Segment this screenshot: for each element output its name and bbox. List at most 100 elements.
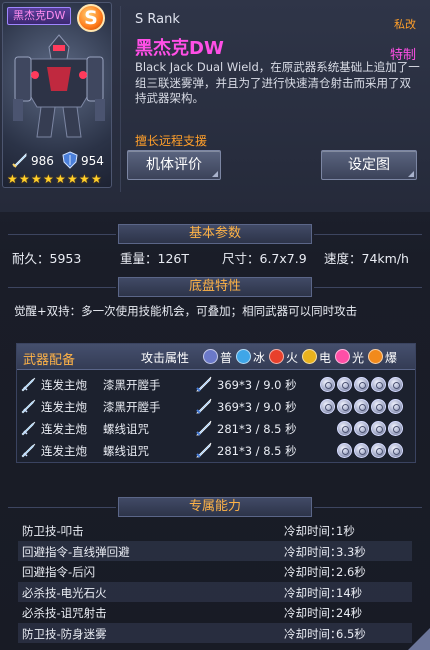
star-icon: ★ — [31, 172, 42, 186]
cooldown-value: 1秒 — [336, 524, 355, 538]
orb-icon — [388, 443, 403, 458]
mech-header: 黑杰克DW S 986 954 ★ ★ ★ ★ ★ ★ ★ ★ S Rank 私… — [0, 0, 430, 212]
blade-icon — [196, 376, 212, 392]
orb-icon — [371, 421, 386, 436]
ability-row[interactable]: 必杀技-诅咒射击 冷却时间： 24秒 — [18, 602, 412, 622]
defense-value: 954 — [81, 154, 104, 168]
orb-icon — [337, 377, 352, 392]
weapon-damage-cooldown: 369*3 / 9.0 秒 — [217, 400, 297, 414]
speed-value: 速度：74km/h — [324, 251, 409, 266]
divider — [8, 287, 116, 288]
star-icon: ★ — [91, 172, 102, 186]
rank-label: S Rank — [135, 12, 180, 27]
orb-icon — [388, 377, 403, 392]
setting-art-button[interactable]: 设定图 — [321, 150, 417, 180]
cooldown-label: 冷却时间： — [284, 544, 342, 559]
mech-portrait-card[interactable]: 黑杰克DW S 986 954 ★ ★ ★ ★ ★ ★ ★ ★ — [2, 2, 112, 188]
rank-s-badge-icon: S — [77, 4, 105, 32]
durability-value: 耐久：5953 — [12, 251, 82, 266]
cooldown-label: 冷却时间： — [284, 606, 342, 620]
element-icon — [368, 349, 383, 364]
private-mod-tag: 私改 — [394, 18, 416, 31]
weapon-row[interactable]: 连发主炮 螺线诅咒 281*3 / 8.5 秒 — [17, 418, 415, 440]
orb-icon — [388, 421, 403, 436]
divider — [8, 234, 116, 235]
weapons-header: 武器配备 — [23, 353, 76, 368]
orb-icon — [371, 443, 386, 458]
star-icon: ★ — [43, 172, 54, 186]
shield-icon — [62, 151, 78, 169]
element-icon — [269, 349, 284, 364]
chassis-trait: 觉醒+双持：多一次使用技能机会，可叠加；相同武器可以同时攻击 — [14, 304, 358, 318]
weapon-row[interactable]: 连发主炮 螺线诅咒 281*3 / 8.5 秒 — [17, 440, 415, 462]
element-label: 冰 — [253, 351, 266, 365]
weapon-row[interactable]: 连发主炮 漆黑开膛手 369*3 / 9.0 秒 — [17, 374, 415, 396]
weight-value: 重量：126T — [120, 251, 189, 266]
ability-name: 必杀技-诅咒射击 — [22, 606, 107, 620]
weapon-damage-cooldown: 281*3 / 8.5 秒 — [217, 422, 297, 436]
basic-params-header: 基本参数 — [118, 224, 312, 244]
ability-name: 回避指令-后闪 — [22, 565, 96, 579]
mech-title: 黑杰克DW — [135, 38, 224, 59]
size-value: 尺寸：6.7x7.9 — [222, 251, 307, 266]
orb-icon — [337, 399, 352, 414]
mech-detail-page: 黑杰克DW S 986 954 ★ ★ ★ ★ ★ ★ ★ ★ S Rank 私… — [0, 0, 430, 650]
weapon-type: 连发主炮 — [41, 400, 87, 414]
element-label: 电 — [319, 351, 332, 365]
ability-row[interactable]: 防卫技-叩击 冷却时间： 1秒 — [18, 520, 412, 540]
evaluation-button[interactable]: 机体评价 — [127, 150, 221, 180]
mech-portrait-image — [13, 34, 105, 138]
orb-icon — [371, 377, 386, 392]
ability-name: 防卫技-叩击 — [22, 524, 84, 538]
weapons-table-header: 武器配备 攻击属性 普 冰 火 电 光 爆 — [17, 344, 415, 370]
cannon-icon — [21, 399, 36, 414]
orb-icon — [371, 399, 386, 414]
cooldown-value: 2.6秒 — [336, 565, 366, 579]
star-rating: ★ ★ ★ ★ ★ ★ ★ ★ — [7, 173, 103, 187]
element-label: 爆 — [385, 351, 398, 365]
cooldown-label: 冷却时间： — [284, 585, 342, 600]
mech-stats: 986 954 — [9, 151, 109, 171]
cannon-icon — [21, 421, 36, 436]
attack-value: 986 — [31, 154, 54, 168]
ability-row[interactable]: 回避指令-后闪 冷却时间： 2.6秒 — [18, 561, 412, 581]
orb-icon — [337, 421, 352, 436]
star-icon: ★ — [19, 172, 30, 186]
divider — [314, 507, 422, 508]
weapon-name: 螺线诅咒 — [103, 422, 149, 436]
ability-row[interactable]: 防卫技-防身迷雾 冷却时间： 6.5秒 — [18, 622, 412, 643]
weapon-type: 连发主炮 — [41, 378, 87, 392]
orb-icon — [354, 421, 369, 436]
star-icon: ★ — [67, 172, 78, 186]
ability-name: 回避指令-直线弹回避 — [22, 544, 130, 559]
sword-icon — [12, 153, 27, 168]
weapon-row[interactable]: 连发主炮 漆黑开膛手 369*3 / 9.0 秒 — [17, 396, 415, 418]
weapon-type: 连发主炮 — [41, 422, 87, 436]
element-label: 光 — [352, 351, 365, 365]
mech-description: Black Jack Dual Wield，在原武器系统基础上追加了一组三联迷雾… — [135, 60, 420, 105]
ability-row[interactable]: 回避指令-直线弹回避 冷却时间： 3.3秒 — [18, 540, 412, 561]
ability-row[interactable]: 必杀技-电光石火 冷却时间： 14秒 — [18, 581, 412, 602]
cooldown-label: 冷却时间： — [284, 565, 342, 579]
cooldown-label: 冷却时间： — [284, 524, 342, 538]
element-icon — [236, 349, 251, 364]
element-icon — [203, 349, 218, 364]
blade-icon — [196, 442, 212, 458]
divider — [314, 234, 422, 235]
cooldown-value: 3.3秒 — [336, 544, 366, 559]
orb-icon — [388, 399, 403, 414]
weapon-damage-cooldown: 281*3 / 8.5 秒 — [217, 444, 297, 458]
chassis-header: 底盘特性 — [118, 277, 312, 297]
star-icon: ★ — [7, 172, 18, 186]
orb-icon — [320, 399, 335, 414]
element-label: 普 — [220, 351, 233, 365]
abilities-header: 专属能力 — [118, 497, 312, 517]
mech-info-panel: S Rank 私改 黑杰克DW 特制 Black Jack Dual Wield… — [120, 6, 424, 192]
attack-attr-header: 攻击属性 — [141, 351, 190, 365]
element-icon — [335, 349, 350, 364]
cooldown-value: 14秒 — [336, 585, 363, 600]
weapons-table: 武器配备 攻击属性 普冰火电光爆 连发主炮 漆黑开膛手 369*3 / 9.0 秒连… — [16, 343, 416, 463]
cooldown-value: 24秒 — [336, 606, 363, 620]
cooldown-value: 6.5秒 — [336, 626, 366, 641]
orb-icon — [337, 443, 352, 458]
